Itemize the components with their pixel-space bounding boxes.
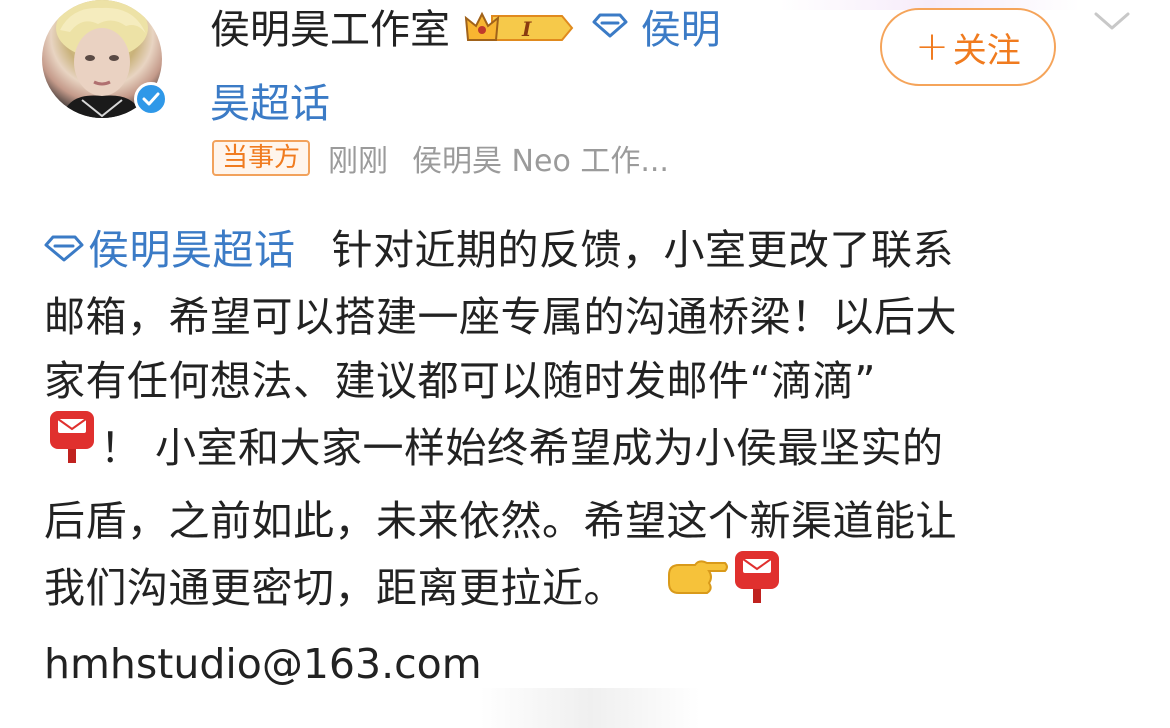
post-content: 侯明昊超话 针对近期的反馈，小室更改了联系 邮箱，希望可以搭建一座专属的沟通桥梁！… [44, 218, 1134, 629]
follow-label: 关注 [952, 30, 1021, 71]
diamond-topic-icon [592, 0, 628, 54]
post-text-1: 针对近期的反馈，小室更改了联系 [331, 226, 954, 274]
post-meta: 当事方 刚刚 侯明昊 Neo 工作... [212, 136, 669, 180]
verified-badge-icon [134, 82, 168, 116]
post-line-4: ！ 小室和大家一样始终希望成为小侯最坚实的 [44, 411, 1134, 489]
crown-icon[interactable]: I [462, 6, 576, 50]
postbox-icon [729, 547, 785, 623]
author-header: 侯明昊工作室 I 侯明 昊超话 [210, 2, 830, 132]
topic-link-text-1: 侯明 [640, 7, 721, 53]
party-badge: 当事方 [212, 140, 311, 176]
diamond-topic-icon [44, 217, 84, 281]
member-level: I [521, 17, 532, 41]
author-avatar[interactable] [42, 0, 170, 118]
plus-icon: + [915, 24, 949, 70]
post-line-3: 家有任何想法、建议都可以随时发邮件“滴滴” [44, 357, 876, 405]
post-text-6: 我们沟通更密切，距离更拉近。 [44, 564, 625, 612]
post-topic-text: 侯明昊超话 [88, 226, 296, 274]
topic-link-continued[interactable]: 昊超话 [210, 76, 830, 132]
post-source[interactable]: 侯明昊 Neo 工作... [412, 136, 669, 180]
decorative-watermark-fade [480, 688, 700, 728]
post-line-5: 后盾，之前如此，未来依然。希望这个新渠道能让 [44, 497, 957, 545]
author-name-line: 侯明昊工作室 I 侯明 [210, 2, 830, 60]
post-text-4: ！ 小室和大家一样始终希望成为小侯最坚实的 [100, 424, 944, 472]
post-line-6: 我们沟通更密切，距离更拉近。 [44, 551, 1134, 629]
chevron-down-icon[interactable] [1092, 8, 1132, 38]
post-line-1: 侯明昊超话 针对近期的反馈，小室更改了联系 [44, 218, 1134, 285]
pointing-hand-icon [665, 553, 729, 617]
post-time: 刚刚 [328, 144, 389, 179]
post-topic-link[interactable]: 侯明昊超话 [44, 226, 296, 274]
post-line-2: 邮箱，希望可以搭建一座专属的沟通桥梁！以后大 [44, 293, 957, 341]
author-name[interactable]: 侯明昊工作室 [210, 7, 450, 53]
follow-button[interactable]: + 关注 [880, 8, 1056, 86]
contact-email[interactable]: hmhstudio@163.com [44, 634, 482, 694]
postbox-icon [44, 407, 100, 483]
topic-link[interactable]: 侯明 [592, 7, 721, 53]
